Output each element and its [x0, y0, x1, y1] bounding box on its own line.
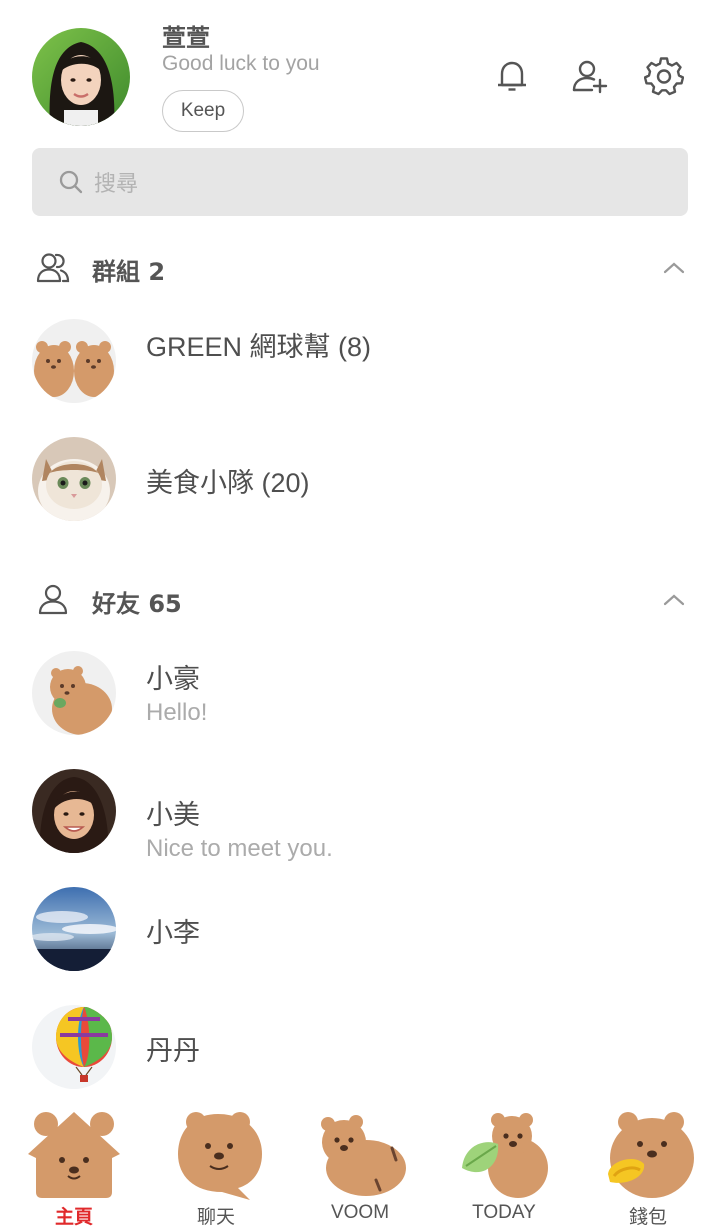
- nav-label: 錢包: [628, 1207, 667, 1228]
- profile-name: 萱萱: [162, 24, 210, 52]
- bell-icon[interactable]: [490, 54, 534, 98]
- today-bear-icon: [462, 1113, 548, 1198]
- group-row-food-team[interactable]: 美食小隊 (20): [0, 429, 720, 529]
- voom-bear-icon: [321, 1115, 406, 1196]
- nav-label: TODAY: [472, 1202, 536, 1223]
- group-avatar-cat: [32, 437, 116, 521]
- friend-row-xiaoli[interactable]: 小李: [0, 879, 720, 979]
- friend-name: 小豪: [146, 664, 200, 694]
- friend-avatar-sky: [32, 887, 116, 971]
- keep-button[interactable]: Keep: [162, 90, 244, 132]
- add-friend-icon[interactable]: [568, 54, 612, 98]
- profile-avatar[interactable]: [32, 28, 130, 126]
- chevron-up-icon[interactable]: [660, 586, 688, 614]
- groups-section-header[interactable]: 群組 2: [0, 242, 720, 292]
- group-avatar-quokkas: [32, 319, 116, 403]
- friends-section-title: 好友 65: [92, 590, 182, 618]
- wallet-bear-icon: [608, 1112, 694, 1198]
- home-bear-icon: [28, 1112, 120, 1198]
- groups-section-title: 群組 2: [92, 258, 166, 286]
- bottom-navigation: 主頁 聊天 VOOM TODAY 錢包: [0, 1100, 720, 1232]
- group-row-green-tennis[interactable]: GREEN 網球幫 (8): [0, 311, 720, 411]
- group-name: GREEN 網球幫 (8): [146, 332, 372, 362]
- friend-row-xiaomei[interactable]: 小美 Nice to meet you.: [0, 761, 720, 862]
- friends-section-header[interactable]: 好友 65: [0, 574, 720, 624]
- friend-avatar-quokka: [32, 651, 116, 735]
- group-icon: [36, 253, 70, 283]
- friend-avatar-woman: [32, 769, 116, 853]
- friend-status-message: Hello!: [146, 699, 208, 726]
- nav-tab-chat[interactable]: 聊天: [156, 1100, 276, 1232]
- nav-label: 主頁: [54, 1207, 93, 1228]
- nav-tab-wallet[interactable]: 錢包: [588, 1100, 708, 1232]
- friend-icon: [38, 584, 68, 615]
- friend-status-message: Nice to meet you.: [146, 835, 333, 862]
- keep-button-label: Keep: [180, 100, 226, 121]
- chat-bear-icon: [178, 1112, 262, 1200]
- nav-tab-voom[interactable]: VOOM: [300, 1100, 420, 1232]
- search-icon: [59, 170, 83, 194]
- friend-avatar-balloon: [32, 1005, 116, 1089]
- nav-label: VOOM: [330, 1202, 390, 1223]
- nav-tab-home[interactable]: 主頁: [14, 1100, 134, 1232]
- nav-tab-today[interactable]: TODAY: [444, 1100, 564, 1232]
- chevron-up-icon[interactable]: [660, 254, 688, 282]
- friend-row-dandan[interactable]: 丹丹: [0, 997, 720, 1097]
- friend-row-xiaohao[interactable]: 小豪 Hello!: [0, 643, 720, 743]
- friend-name: 小李: [146, 918, 200, 948]
- friend-name: 丹丹: [146, 1036, 200, 1066]
- settings-gear-icon[interactable]: [642, 54, 686, 98]
- profile-header: 萱萱 Good luck to you Keep: [0, 0, 720, 140]
- search-bar[interactable]: 搜尋: [32, 148, 688, 216]
- friend-name: 小美: [146, 800, 200, 830]
- search-placeholder: 搜尋: [94, 172, 139, 197]
- group-name: 美食小隊 (20): [146, 468, 310, 498]
- nav-label: 聊天: [196, 1207, 235, 1228]
- profile-status-message[interactable]: Good luck to you: [162, 52, 320, 76]
